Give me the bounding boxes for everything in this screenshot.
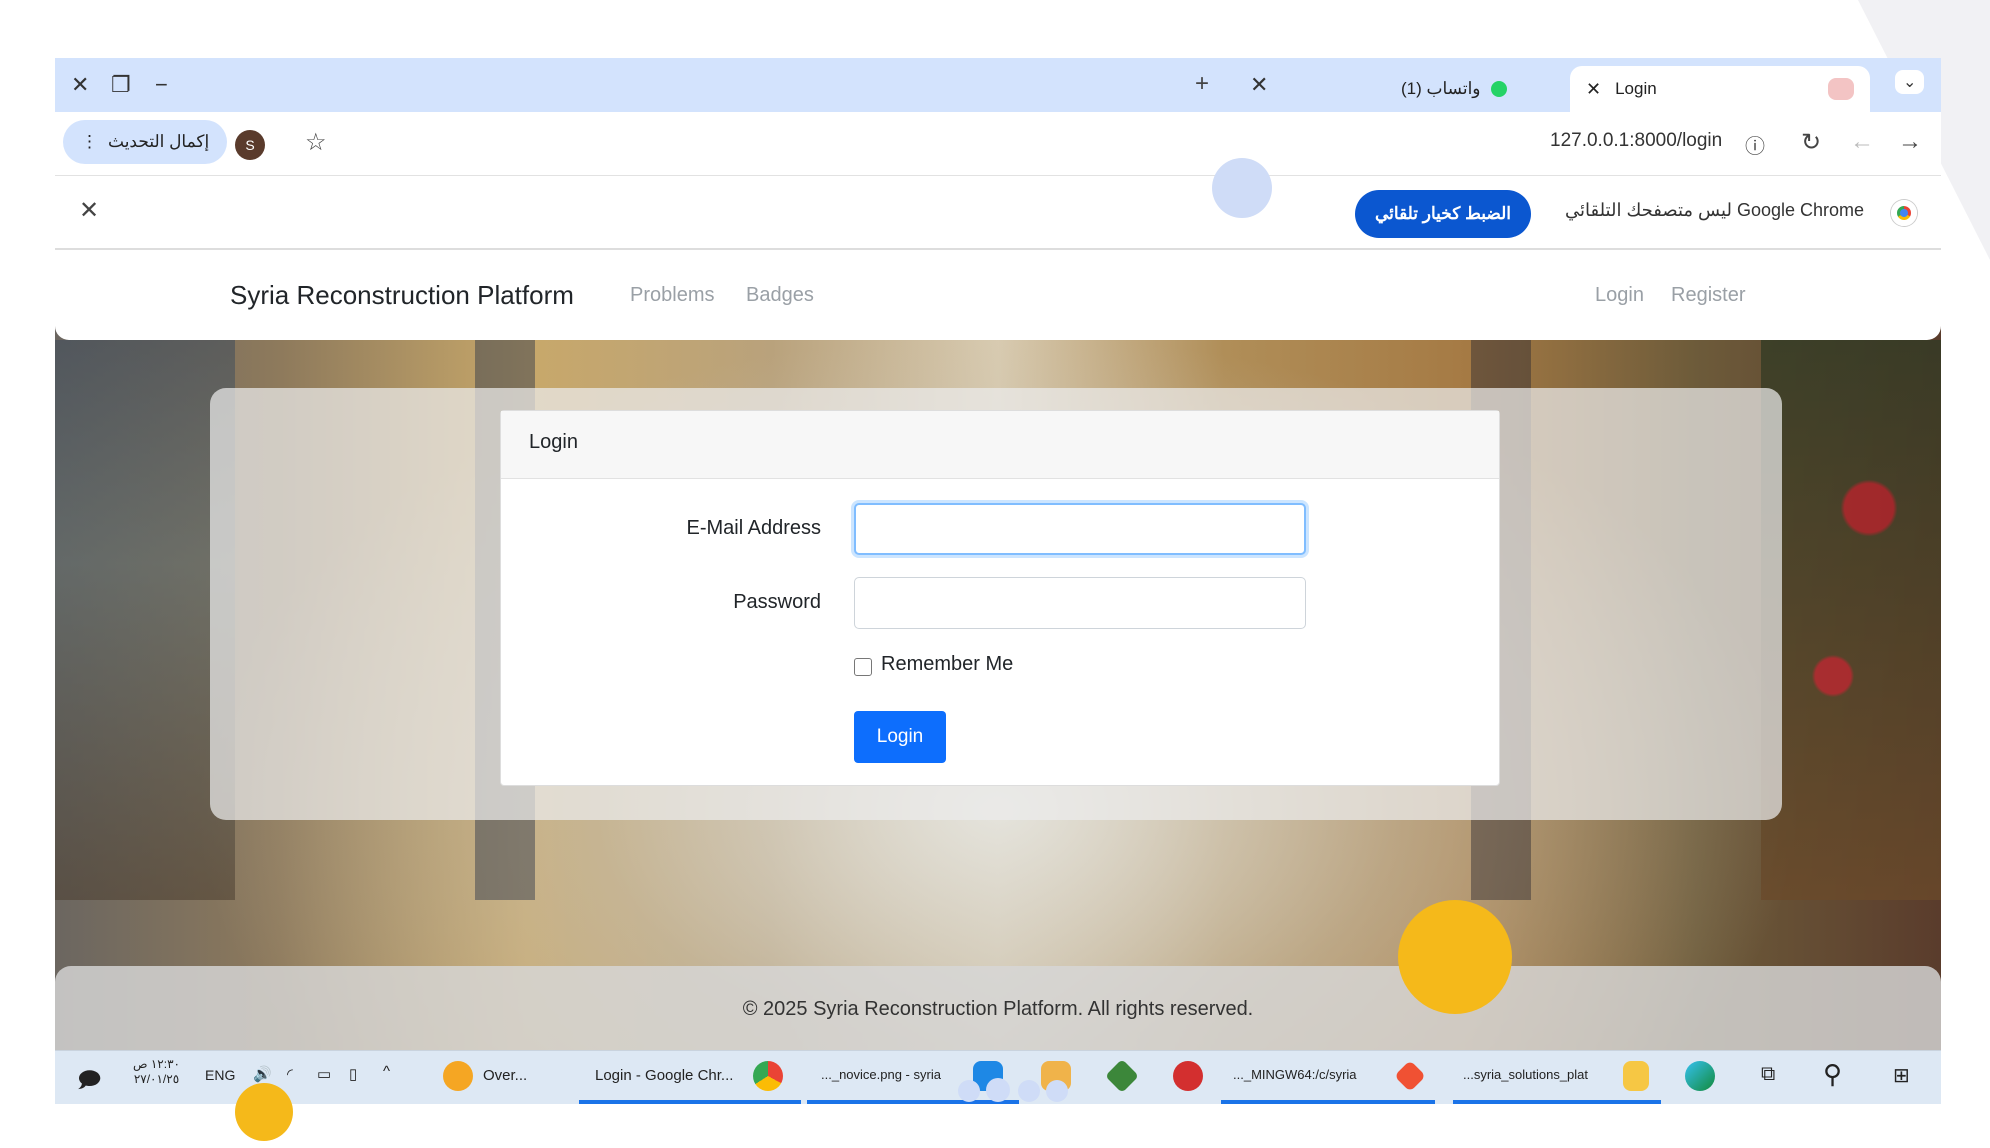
back-icon[interactable]: → — [1898, 128, 1922, 156]
background-image — [1761, 340, 1941, 900]
default-browser-infobar: ✕ الضبط كخيار تلقائي Google Chrome ليس م… — [55, 176, 1941, 250]
update-button[interactable]: ⋮ إكمال التحديث — [63, 120, 228, 164]
volume-icon[interactable]: 🔊 — [253, 1065, 272, 1083]
page-viewport: Syria Reconstruction Platform Problems B… — [55, 250, 1941, 1076]
node-icon[interactable] — [1105, 1059, 1139, 1093]
clock[interactable]: ١٢:٣٠ ص ٢٧/٠١/٢٥ — [133, 1057, 180, 1087]
chrome-logo-icon — [1891, 200, 1917, 226]
active-app-indicator — [579, 1100, 801, 1104]
tab-whatsapp[interactable]: (1) واتساب — [1385, 66, 1585, 112]
tab-bar: ✕ ❐ − + ✕ (1) واتساب ✕ Login ⌄ — [55, 58, 1941, 112]
favicon-icon — [1828, 78, 1854, 100]
close-window-icon[interactable]: ✕ — [71, 72, 89, 98]
highlight-marker — [986, 1078, 1010, 1102]
password-field[interactable] — [854, 577, 1306, 629]
tab-search-icon[interactable]: ⌄ — [1895, 70, 1925, 94]
whatsapp-icon — [1490, 81, 1507, 97]
show-hidden-icons[interactable]: ^ — [383, 1063, 390, 1080]
tab-close-icon[interactable]: ✕ — [1250, 72, 1268, 98]
email-label: E-Mail Address — [686, 517, 822, 539]
taskbar-app-label[interactable]: Over... — [483, 1067, 527, 1084]
device-icon[interactable]: ▯ — [349, 1065, 357, 1083]
tab-title: Login — [1615, 79, 1657, 98]
open-app-indicator — [807, 1100, 1019, 1104]
clock-date: ٢٧/٠١/٢٥ — [133, 1072, 180, 1086]
taskbar-app-label[interactable]: ...syria_solutions_plat — [1463, 1067, 1588, 1082]
footer-copyright: © 2025 Syria Reconstruction Platform. Al… — [742, 998, 1254, 1020]
tab-login[interactable]: ✕ Login — [1570, 66, 1870, 112]
search-icon[interactable]: ⚲ — [1823, 1059, 1842, 1090]
close-infobar-icon[interactable]: ✕ — [79, 196, 99, 225]
highlight-marker — [235, 1083, 293, 1141]
nav-link-register[interactable]: Register — [1671, 284, 1745, 307]
new-tab-icon[interactable]: + — [1195, 70, 1209, 98]
chat-app-icon[interactable] — [443, 1061, 473, 1091]
clock-time: ١٢:٣٠ ص — [133, 1057, 180, 1071]
restore-window-icon[interactable]: ❐ — [111, 72, 131, 98]
highlight-marker — [958, 1080, 980, 1102]
site-navbar: Syria Reconstruction Platform Problems B… — [55, 250, 1941, 340]
login-card: Login E-Mail Address Password Remember M… — [500, 410, 1500, 786]
tab-title: (1) واتساب — [1401, 79, 1481, 98]
update-label: إكمال التحديث — [108, 132, 210, 151]
email-field[interactable] — [854, 503, 1306, 555]
background-image — [55, 340, 235, 900]
minimize-window-icon[interactable]: − — [155, 72, 168, 98]
nav-link-login[interactable]: Login — [1595, 284, 1644, 307]
password-label: Password — [733, 591, 821, 613]
site-info-icon[interactable]: ⓘ — [1745, 130, 1765, 159]
nav-link-badges[interactable]: Badges — [746, 284, 814, 307]
open-app-indicator — [1453, 1100, 1661, 1104]
highlight-marker — [1018, 1080, 1040, 1102]
language-indicator[interactable]: ENG — [205, 1067, 235, 1083]
nav-link-problems[interactable]: Problems — [630, 284, 714, 307]
login-submit-button[interactable]: Login — [854, 711, 946, 763]
taskbar-app-label[interactable]: Login - Google Chr... — [595, 1067, 733, 1084]
remember-me-label[interactable]: Remember Me — [881, 653, 1013, 676]
edge-icon[interactable] — [1685, 1061, 1715, 1091]
git-bash-icon[interactable] — [1394, 1060, 1426, 1092]
browser-toolbar: ⋮ إكمال التحديث S ☆ 127.0.0.1:8000/login… — [55, 112, 1941, 176]
browser-window: ✕ ❐ − + ✕ (1) واتساب ✕ Login ⌄ ⋮ إكمال ا… — [55, 58, 1941, 1104]
start-menu-icon[interactable]: ⊞ — [1893, 1063, 1910, 1088]
profile-avatar[interactable]: S — [235, 130, 265, 160]
card-title: Login — [501, 411, 1499, 479]
task-view-icon[interactable]: ⧉ — [1761, 1063, 1775, 1086]
taskbar-app-label[interactable]: ..._novice.png - syria — [821, 1067, 941, 1082]
more-icon: ⋮ — [81, 132, 98, 151]
taskbar-app-label[interactable]: ..._MINGW64:/c/syria — [1233, 1067, 1357, 1082]
folder-icon[interactable] — [1623, 1061, 1649, 1091]
notification-icon[interactable]: 🗩 — [77, 1063, 101, 1101]
chrome-icon[interactable] — [753, 1061, 783, 1091]
set-default-button[interactable]: الضبط كخيار تلقائي — [1355, 190, 1531, 238]
forward-icon[interactable]: ← — [1850, 128, 1874, 156]
wifi-icon[interactable]: ◜ — [287, 1065, 293, 1083]
remember-me-checkbox[interactable] — [854, 658, 872, 676]
highlight-marker — [1046, 1080, 1068, 1102]
reload-icon[interactable]: ↻ — [1801, 128, 1821, 157]
open-app-indicator — [1221, 1100, 1435, 1104]
highlight-marker — [1212, 158, 1272, 218]
postman-icon[interactable] — [1173, 1061, 1203, 1091]
battery-icon[interactable]: ▭ — [317, 1065, 331, 1083]
site-brand[interactable]: Syria Reconstruction Platform — [230, 280, 574, 311]
tab-close-icon[interactable]: ✕ — [1586, 79, 1601, 100]
highlight-marker — [1398, 900, 1512, 1014]
address-bar[interactable]: 127.0.0.1:8000/login — [1550, 130, 1722, 152]
bookmark-star-icon[interactable]: ☆ — [305, 128, 327, 157]
infobar-message: Google Chrome ليس متصفحك التلقائي — [1565, 200, 1865, 220]
